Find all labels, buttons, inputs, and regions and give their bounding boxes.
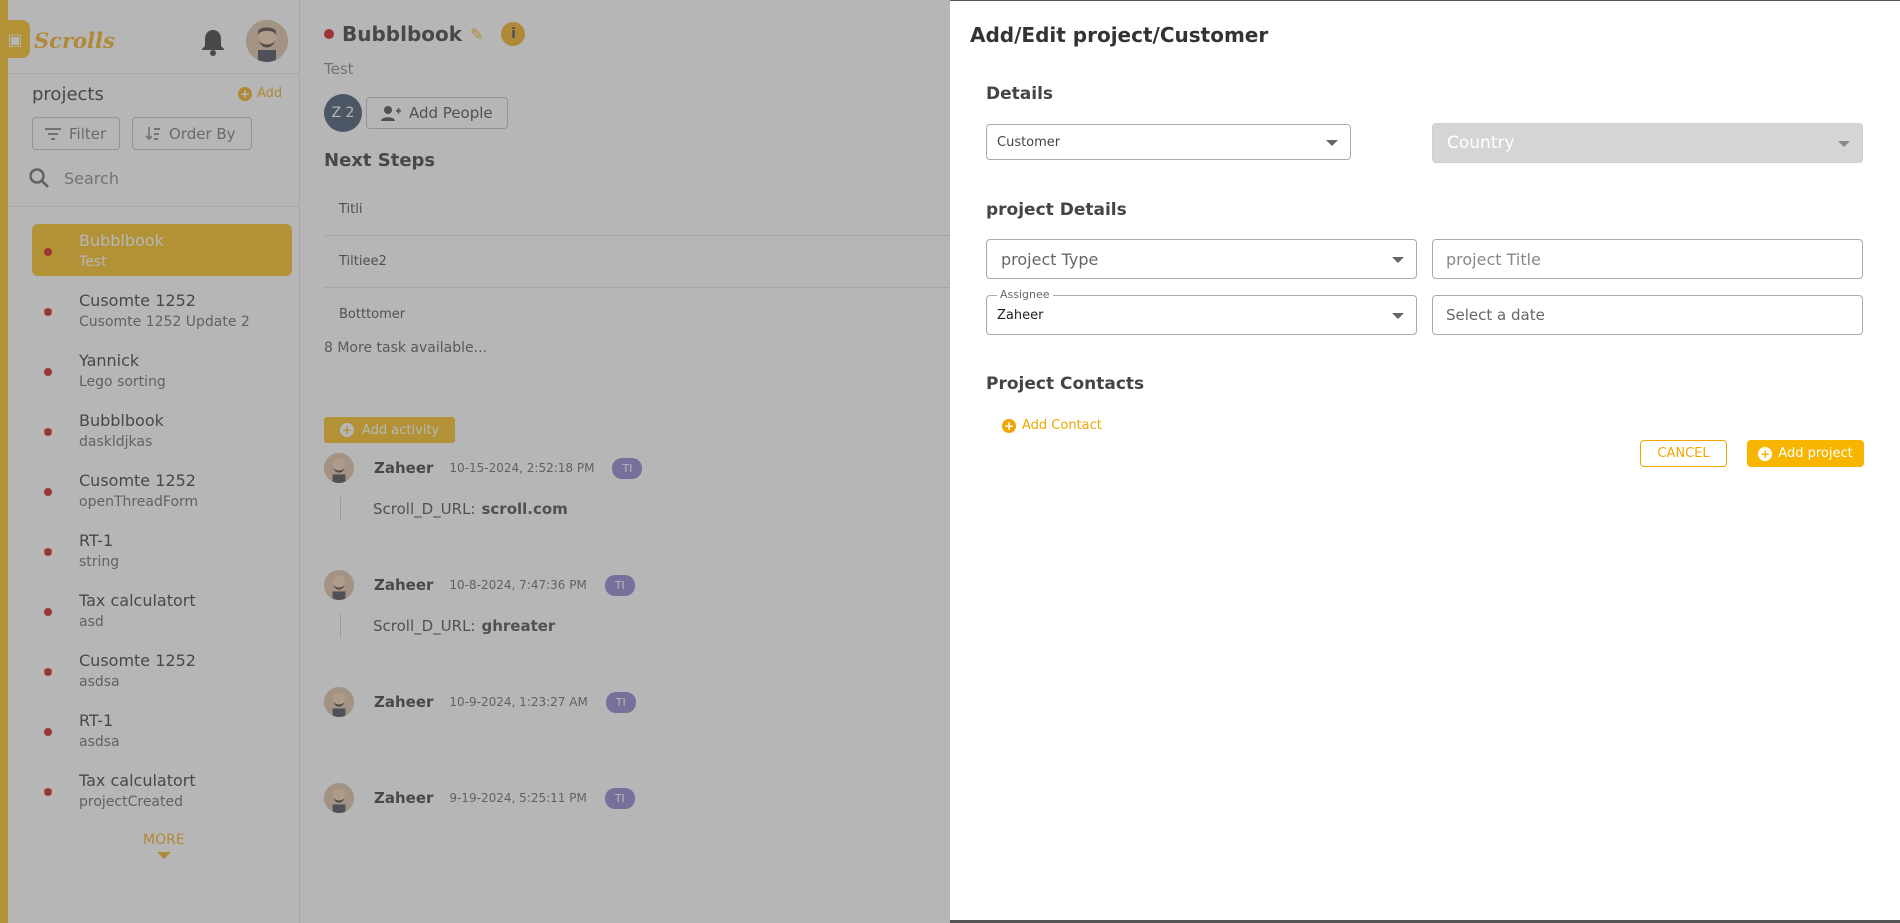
customer-value: Customer bbox=[997, 134, 1061, 150]
dropdown-arrow-icon bbox=[1326, 140, 1338, 146]
add-project-label: Add project bbox=[1778, 446, 1853, 461]
project-title-placeholder: project Title bbox=[1446, 249, 1541, 269]
dropdown-arrow-icon bbox=[1392, 313, 1404, 319]
project-type-placeholder: project Type bbox=[1001, 249, 1099, 269]
panel-title: Add/Edit project/Customer bbox=[970, 23, 1269, 47]
customer-select[interactable]: Customer bbox=[986, 124, 1351, 160]
date-input[interactable]: Select a date bbox=[1432, 295, 1863, 335]
plus-circle-icon: + bbox=[1758, 446, 1773, 461]
dropdown-arrow-icon bbox=[1392, 257, 1404, 263]
assignee-value: Zaheer bbox=[997, 307, 1044, 323]
project-details-heading: project Details bbox=[986, 200, 1127, 220]
plus-circle-icon: + bbox=[1002, 418, 1016, 433]
assignee-label: Assignee bbox=[997, 288, 1053, 301]
edit-project-panel: Add/Edit project/Customer Details Custom… bbox=[950, 0, 1900, 923]
add-contact-label: Add Contact bbox=[1022, 418, 1102, 433]
dropdown-arrow-icon bbox=[1838, 141, 1850, 147]
contacts-heading: Project Contacts bbox=[986, 374, 1145, 394]
cancel-button[interactable]: CANCEL bbox=[1640, 440, 1727, 467]
modal-backdrop[interactable] bbox=[0, 0, 950, 923]
country-select: Country bbox=[1432, 123, 1863, 163]
add-project-button[interactable]: + Add project bbox=[1747, 440, 1864, 467]
add-contact-button[interactable]: + Add Contact bbox=[1002, 418, 1102, 433]
country-placeholder: Country bbox=[1447, 133, 1515, 153]
project-type-select[interactable]: project Type bbox=[986, 239, 1417, 279]
project-title-input[interactable]: project Title bbox=[1432, 239, 1863, 279]
date-placeholder: Select a date bbox=[1446, 306, 1545, 324]
assignee-select[interactable]: Assignee Zaheer bbox=[986, 288, 1417, 335]
details-heading: Details bbox=[986, 84, 1054, 104]
